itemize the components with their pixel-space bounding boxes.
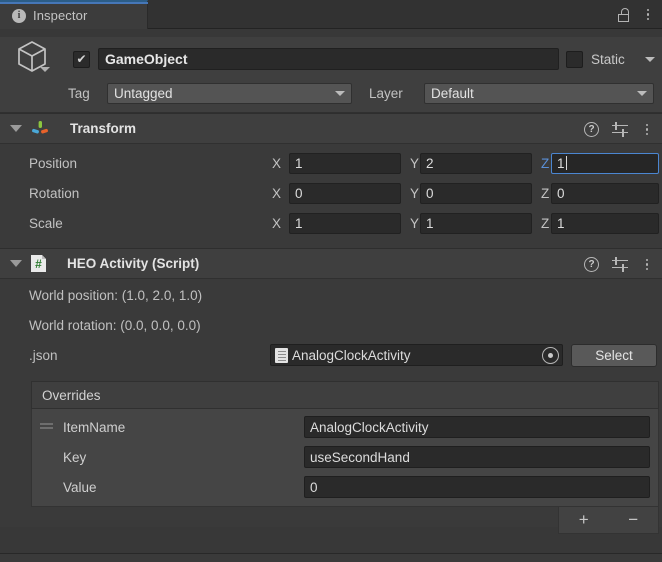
csharp-script-icon: # [31,255,46,272]
overrides-row-value: Value 0 [32,472,658,502]
position-label: Position [29,155,78,171]
object-picker-icon[interactable] [542,346,559,364]
transform-foldout-icon[interactable] [10,125,22,132]
heo-activity-title: HEO Activity (Script) [67,256,200,271]
position-y-field[interactable]: 2 [420,152,532,174]
text-cursor [565,156,567,170]
transform-position-row: Position X 1 Y 2 Z 1 [0,148,662,178]
position-x-field[interactable]: 1 [289,152,401,174]
heo-activity-body: World position: (1.0, 2.0, 1.0) World ro… [0,279,662,534]
inspector-tabbar: i Inspector [0,0,662,29]
position-z-field[interactable]: 1 [551,152,659,174]
layer-value: Default [431,85,474,101]
tag-value: Untagged [114,85,173,101]
panel-footer [0,554,662,562]
transform-axis-icon [32,120,48,133]
rotation-x-axis-label: X [272,185,282,201]
rotation-x-field[interactable]: 0 [289,182,401,204]
kebab-menu-icon[interactable] [641,123,653,136]
key-label: Key [63,449,87,465]
json-object-field[interactable]: AnalogClockActivity [270,344,563,366]
heo-activity-foldout-icon[interactable] [10,260,22,267]
layer-label: Layer [369,85,403,101]
tag-dropdown[interactable]: Untagged [107,82,352,104]
transform-rotation-row: Rotation X 0 Y 0 Z 0 [0,178,662,208]
transform-component-header[interactable]: Transform ? [0,113,662,144]
transform-title: Transform [70,121,137,136]
rotation-y-field[interactable]: 0 [420,182,532,204]
overrides-row-key: Key useSecondHand [32,442,658,472]
rotation-z-field[interactable]: 0 [551,182,659,204]
overrides-header[interactable]: Overrides [31,381,659,409]
tab-inspector-label: Inspector [33,8,88,23]
gameobject-tag-layer-row: Tag Untagged Layer Default [0,81,662,105]
json-label: .json [29,348,58,363]
gameobject-header: GameObject Static Tag Untagged Layer Def… [0,37,662,113]
world-rotation-text: World rotation: (0.0, 0.0, 0.0) [29,318,201,333]
key-field[interactable]: useSecondHand [304,446,650,468]
gameobject-name-row: GameObject Static [0,43,662,75]
inspector-panel: i Inspector GameObject St [0,0,662,562]
value-label: Value [63,479,97,495]
overrides-list: ItemName AnalogClockActivity Key useSeco… [31,409,659,507]
overrides-row-itemname: ItemName AnalogClockActivity [32,412,658,442]
svg-text:#: # [35,257,42,271]
preset-settings-icon[interactable] [612,256,628,272]
static-label: Static [591,51,625,67]
scale-z-field[interactable]: 1 [551,212,659,234]
transform-scale-row: Scale X 1 Y 1 Z 1 [0,208,662,238]
scale-y-field[interactable]: 1 [420,212,532,234]
preset-settings-icon[interactable] [612,121,628,137]
tabbar-actions [617,0,654,29]
transform-body: Position X 1 Y 2 Z 1 Rotation X 0 Y 0 Z … [0,144,662,248]
tab-active-accent [0,2,148,4]
help-icon[interactable]: ? [584,122,599,137]
itemname-label: ItemName [63,419,126,435]
heo-activity-header-actions: ? [584,249,653,280]
chevron-down-icon [637,90,647,96]
scale-x-axis-label: X [272,215,282,231]
gameobject-name-field[interactable]: GameObject [98,48,559,70]
drag-handle-icon[interactable] [40,423,53,431]
kebab-menu-icon[interactable] [642,8,654,21]
lock-open-icon[interactable] [617,7,630,22]
scale-label: Scale [29,215,63,231]
help-icon[interactable]: ? [584,257,599,272]
info-icon: i [12,8,26,23]
tab-inspector[interactable]: i Inspector [0,0,148,29]
position-x-axis-label: X [272,155,282,171]
rotation-label: Rotation [29,185,80,201]
chevron-down-icon [335,90,345,96]
itemname-field[interactable]: AnalogClockActivity [304,416,650,438]
overrides-add-remove-bar: + − [558,507,659,534]
heo-activity-component-header[interactable]: # HEO Activity (Script) ? [0,248,662,279]
tag-label: Tag [68,85,90,101]
select-button[interactable]: Select [571,344,657,367]
world-position-text: World position: (1.0, 2.0, 1.0) [29,288,203,303]
static-checkbox[interactable] [566,50,583,68]
transform-header-actions: ? [584,114,653,145]
remove-override-button[interactable]: − [609,507,659,534]
json-object-value: AnalogClockActivity [292,347,411,363]
position-z-value: 1 [557,155,565,171]
gameobject-enabled-checkbox[interactable] [73,50,90,68]
static-dropdown-caret-icon[interactable] [645,57,655,62]
scale-x-field[interactable]: 1 [289,212,401,234]
layer-dropdown[interactable]: Default [424,82,654,104]
text-asset-icon [275,347,288,363]
kebab-menu-icon[interactable] [641,258,653,271]
value-field[interactable]: 0 [304,476,650,498]
add-override-button[interactable]: + [559,507,609,534]
